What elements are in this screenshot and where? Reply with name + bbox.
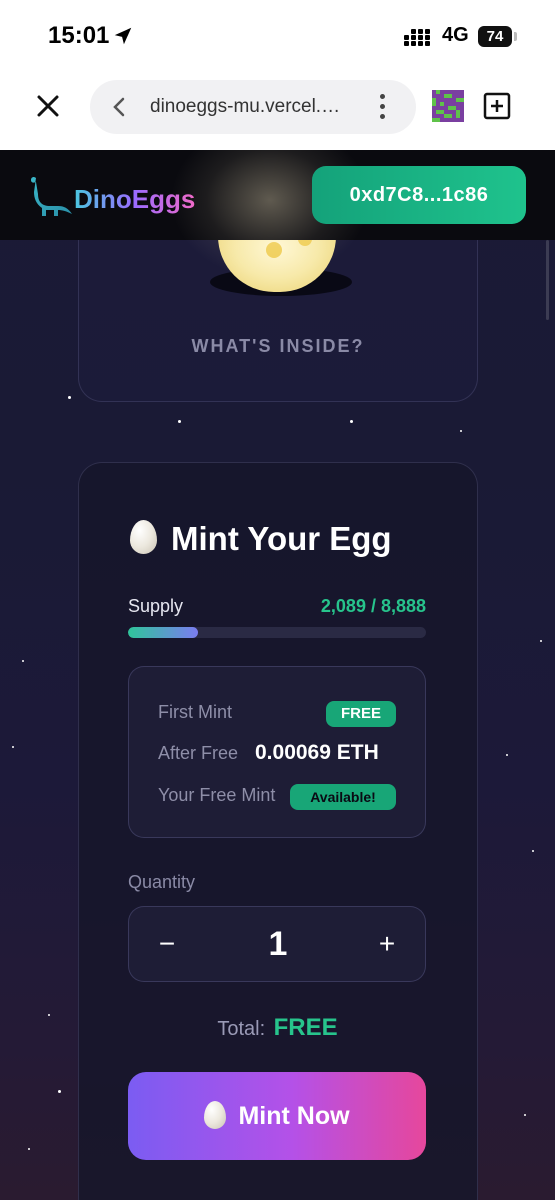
status-time: 15:01	[48, 22, 110, 49]
quantity-label: Quantity	[128, 872, 196, 892]
star	[22, 660, 24, 662]
mint-title-text: Mint Your Egg	[171, 520, 392, 557]
web-page: WHAT'S INSIDE? DinoEggs 0xd7C8...1c86 Mi…	[0, 150, 555, 1200]
brand-name[interactable]: DinoEggs	[74, 184, 195, 215]
total-line: Total: FREE	[0, 1014, 555, 1042]
after-free-price: 0.00069 ETH	[255, 741, 379, 764]
star	[532, 850, 534, 852]
total-label: Total:	[217, 1018, 266, 1040]
free-mint-badge: Available!	[290, 784, 396, 810]
url-text[interactable]: dinoeggs-mu.vercel.…	[150, 96, 340, 118]
quantity-plus-button[interactable]: +	[370, 924, 404, 964]
star	[178, 420, 181, 423]
star	[58, 1090, 61, 1093]
extension-icon[interactable]	[432, 90, 464, 122]
browser-toolbar: dinoeggs-mu.vercel.…	[0, 72, 555, 150]
battery-icon: 74	[478, 26, 512, 47]
mint-title: Mint Your Egg	[130, 520, 392, 558]
star	[12, 746, 14, 748]
close-icon[interactable]	[34, 92, 62, 120]
address-bar[interactable]: dinoeggs-mu.vercel.…	[90, 80, 416, 134]
star	[68, 396, 71, 399]
first-mint-badge: FREE	[326, 701, 396, 727]
back-icon[interactable]	[112, 97, 126, 117]
egg-icon	[130, 520, 157, 554]
mint-now-label: Mint Now	[238, 1102, 350, 1130]
star	[524, 1114, 526, 1116]
star	[460, 430, 462, 432]
supply-label: Supply	[128, 596, 184, 616]
supply-value: 2,089 / 8,888	[320, 596, 426, 616]
first-mint-label: First Mint	[158, 702, 232, 722]
free-mint-label: Your Free Mint	[158, 785, 276, 805]
dino-logo-icon	[31, 176, 72, 216]
scrollbar[interactable]	[546, 240, 549, 320]
egg-icon	[204, 1101, 227, 1129]
total-value: FREE	[273, 1014, 338, 1041]
star	[350, 420, 353, 423]
new-tab-icon[interactable]	[483, 92, 511, 120]
status-bar: 15:01 4G 74	[0, 0, 555, 72]
location-arrow-icon	[114, 27, 132, 45]
supply-progress-bar	[128, 627, 426, 638]
mint-now-button[interactable]: Mint Now	[128, 1072, 426, 1160]
after-free-label: After Free	[158, 743, 239, 763]
app-header: DinoEggs 0xd7C8...1c86	[0, 150, 555, 280]
more-icon[interactable]	[380, 94, 386, 120]
star	[506, 754, 508, 756]
whats-inside-label: WHAT'S INSIDE?	[191, 336, 365, 356]
star	[540, 640, 542, 642]
quantity-minus-button[interactable]: −	[150, 924, 184, 964]
network-type: 4G	[442, 24, 469, 46]
quantity-value: 1	[268, 925, 288, 963]
supply-progress-fill	[128, 627, 199, 638]
battery-tip	[514, 32, 517, 41]
wallet-button[interactable]: 0xd7C8...1c86	[312, 166, 526, 224]
star	[28, 1148, 30, 1150]
